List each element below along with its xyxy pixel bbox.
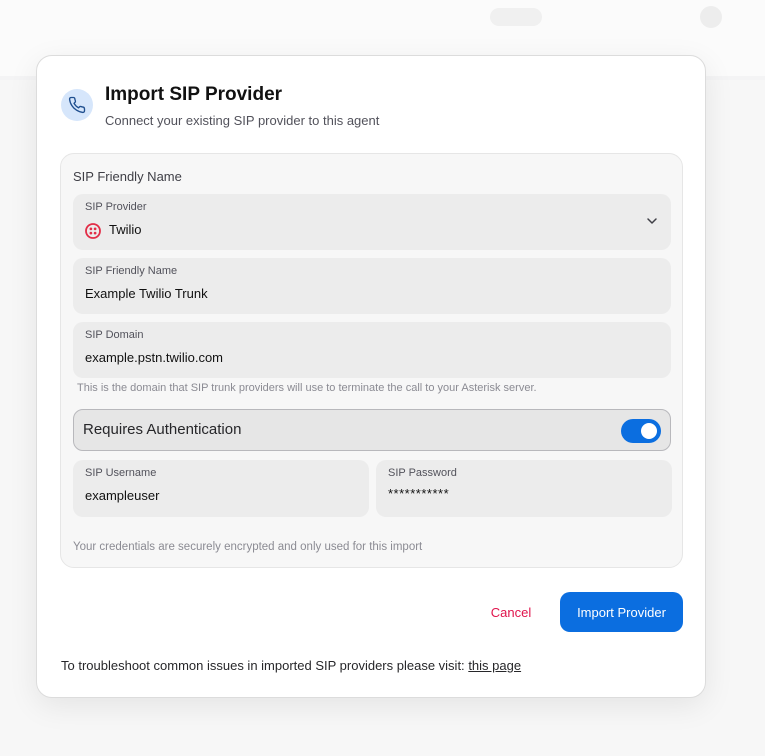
- sip-password-field[interactable]: SIP Password ***********: [376, 460, 672, 517]
- sip-provider-select[interactable]: SIP Provider Twilio: [73, 194, 671, 250]
- requires-authentication-toggle[interactable]: [621, 419, 661, 443]
- background-pill: [490, 8, 542, 26]
- sip-domain-label: SIP Domain: [85, 329, 144, 341]
- sip-provider-value: Twilio: [109, 222, 142, 237]
- import-provider-button[interactable]: Import Provider: [560, 592, 683, 632]
- requires-authentication-row[interactable]: Requires Authentication: [73, 409, 671, 451]
- phone-icon: [61, 89, 93, 121]
- sip-domain-help-text: This is the domain that SIP trunk provid…: [77, 382, 537, 394]
- background-avatar: [700, 6, 722, 28]
- sip-domain-value[interactable]: example.pstn.twilio.com: [85, 350, 223, 365]
- toggle-knob: [641, 423, 657, 439]
- sip-friendly-name-label: SIP Friendly Name: [85, 265, 178, 277]
- section-label: SIP Friendly Name: [73, 169, 182, 184]
- sip-form-card: SIP Friendly Name SIP Provider Twilio SI…: [60, 153, 683, 568]
- import-sip-provider-dialog: Import SIP Provider Connect your existin…: [36, 55, 706, 698]
- this-page-link[interactable]: this page: [468, 658, 521, 673]
- troubleshoot-text: To troubleshoot common issues in importe…: [61, 658, 465, 673]
- sip-friendly-name-value[interactable]: Example Twilio Trunk: [85, 286, 208, 301]
- troubleshoot-footer: To troubleshoot common issues in importe…: [61, 658, 521, 673]
- requires-authentication-label: Requires Authentication: [83, 421, 242, 438]
- credentials-secure-note: Your credentials are securely encrypted …: [73, 541, 423, 553]
- sip-domain-field[interactable]: SIP Domain example.pstn.twilio.com: [73, 322, 671, 378]
- sip-password-value[interactable]: ***********: [388, 486, 449, 501]
- sip-username-label: SIP Username: [85, 467, 157, 479]
- dialog-subtitle: Connect your existing SIP provider to th…: [105, 113, 380, 128]
- twilio-logo: [85, 223, 101, 239]
- sip-username-field[interactable]: SIP Username exampleuser: [73, 460, 369, 517]
- sip-password-label: SIP Password: [388, 467, 457, 479]
- chevron-down-icon[interactable]: [645, 214, 659, 228]
- sip-friendly-name-field[interactable]: SIP Friendly Name Example Twilio Trunk: [73, 258, 671, 314]
- dialog-title: Import SIP Provider: [105, 84, 283, 105]
- sip-provider-label: SIP Provider: [85, 201, 147, 213]
- sip-username-value[interactable]: exampleuser: [85, 488, 159, 503]
- cancel-button[interactable]: Cancel: [479, 593, 543, 631]
